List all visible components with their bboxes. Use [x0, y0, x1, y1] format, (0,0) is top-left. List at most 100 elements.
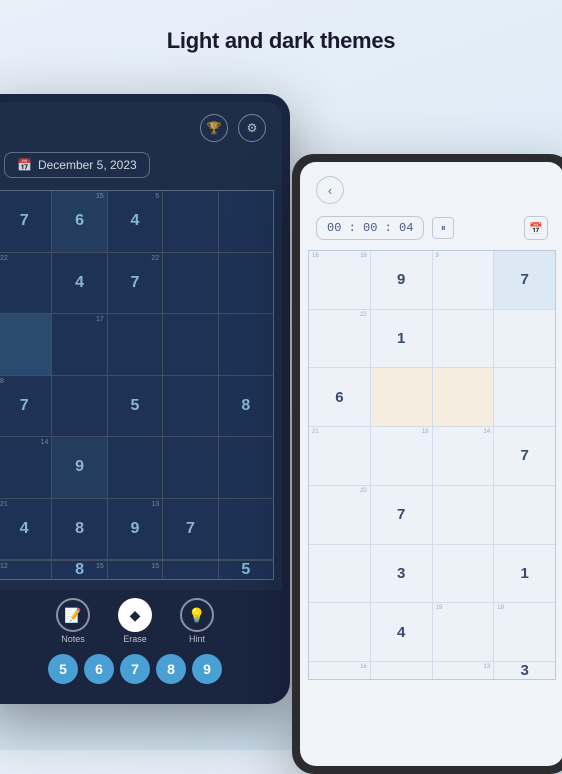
dark-cell-26[interactable]: 8 — [52, 499, 106, 560]
light-cell-13[interactable]: 18 — [371, 427, 432, 485]
dark-tablet: 🏆 ⚙ 📅 December 5, 2023 71565422422717875… — [0, 94, 290, 704]
dark-sudoku-grid[interactable]: 71565422422717875814921481397312158155 — [0, 190, 274, 580]
footer-icons: 📝 Notes ◆ Erase 💡 Hint — [0, 598, 282, 644]
light-cell-31[interactable]: 3 — [494, 662, 555, 679]
light-header: ‹ — [300, 162, 562, 212]
dark-cell-24[interactable] — [219, 437, 273, 498]
light-cell-4[interactable]: 22 — [309, 310, 370, 368]
calendar-icon: 📅 — [17, 158, 32, 172]
light-cell-18[interactable] — [433, 486, 494, 544]
light-cell-27[interactable]: 19 — [494, 603, 555, 661]
num-6[interactable]: 6 — [84, 654, 114, 684]
erase-label: Erase — [123, 634, 147, 644]
light-cell-23[interactable]: 1 — [494, 545, 555, 603]
dark-cell-9[interactable] — [219, 253, 273, 314]
dark-cell-29[interactable] — [219, 499, 273, 560]
light-cell-21[interactable]: 3 — [371, 545, 432, 603]
trophy-icon[interactable]: 🏆 — [200, 114, 228, 142]
page-title: Light and dark themes — [0, 0, 562, 74]
dark-cell-0[interactable]: 7 — [0, 191, 51, 252]
dark-cell-20[interactable]: 14 — [0, 437, 51, 498]
notes-label: Notes — [61, 634, 85, 644]
light-cell-0[interactable]: 1616 — [309, 251, 370, 309]
timer-display: 00 : 00 : 04 — [316, 216, 424, 240]
dark-cell-16[interactable] — [52, 376, 106, 437]
light-cell-24[interactable] — [309, 603, 370, 661]
dark-cell-2[interactable]: 54 — [108, 191, 162, 252]
dark-cell-27[interactable]: 139 — [108, 499, 162, 560]
dark-cell-37[interactable]: 15 — [108, 561, 162, 579]
notes-icon-btn[interactable]: 📝 — [56, 598, 90, 632]
dark-cell-23[interactable] — [163, 437, 217, 498]
light-tablet: ‹ 00 : 00 : 04 ⏸ 📅 161699722162118147207… — [292, 154, 562, 774]
dark-cell-19[interactable]: 8 — [219, 376, 273, 437]
light-cell-5[interactable]: 1 — [371, 310, 432, 368]
dark-cell-6[interactable]: 4 — [52, 253, 106, 314]
num-5[interactable]: 5 — [48, 654, 78, 684]
light-cell-22[interactable] — [433, 545, 494, 603]
light-cell-12[interactable]: 21 — [309, 427, 370, 485]
dark-cell-3[interactable] — [163, 191, 217, 252]
light-cell-2[interactable]: 9 — [433, 251, 494, 309]
dark-cell-35[interactable]: 12 — [0, 561, 51, 579]
light-cell-28[interactable]: 16 — [309, 662, 370, 679]
light-cell-29[interactable] — [371, 662, 432, 679]
light-cell-7[interactable] — [494, 310, 555, 368]
dark-cell-13[interactable] — [163, 314, 217, 375]
timer-row: 00 : 00 : 04 ⏸ 📅 — [300, 212, 562, 248]
light-cell-1[interactable]: 9 — [371, 251, 432, 309]
dark-cell-25[interactable]: 214 — [0, 499, 51, 560]
light-cell-17[interactable]: 7 — [371, 486, 432, 544]
light-cell-6[interactable] — [433, 310, 494, 368]
light-cell-9[interactable] — [371, 368, 432, 426]
light-sudoku-grid[interactable]: 161699722162118147207314191916133 — [308, 250, 556, 680]
dark-cell-12[interactable] — [108, 314, 162, 375]
dark-cell-38[interactable] — [163, 561, 217, 579]
hint-btn[interactable]: 💡 Hint — [180, 598, 214, 644]
light-cell-8[interactable]: 6 — [309, 368, 370, 426]
dark-cell-21[interactable]: 9 — [52, 437, 106, 498]
dark-header: 🏆 ⚙ — [0, 102, 282, 148]
dark-cell-17[interactable]: 5 — [108, 376, 162, 437]
dark-cell-28[interactable]: 7 — [163, 499, 217, 560]
light-cell-26[interactable]: 19 — [433, 603, 494, 661]
dark-cell-7[interactable]: 227 — [108, 253, 162, 314]
dark-cell-18[interactable] — [163, 376, 217, 437]
dark-cell-14[interactable] — [219, 314, 273, 375]
dark-cell-1[interactable]: 156 — [52, 191, 106, 252]
light-cell-16[interactable]: 20 — [309, 486, 370, 544]
light-cell-15[interactable]: 7 — [494, 427, 555, 485]
date-badge[interactable]: 📅 December 5, 2023 — [4, 152, 150, 178]
light-cell-3[interactable]: 7 — [494, 251, 555, 309]
back-button[interactable]: ‹ — [316, 176, 344, 204]
light-cell-11[interactable] — [494, 368, 555, 426]
light-cell-10[interactable] — [433, 368, 494, 426]
notes-btn[interactable]: 📝 Notes — [56, 598, 90, 644]
dark-cell-10[interactable] — [0, 314, 51, 375]
dark-cell-8[interactable] — [163, 253, 217, 314]
date-text: December 5, 2023 — [38, 158, 137, 172]
light-cell-20[interactable] — [309, 545, 370, 603]
dark-cell-39[interactable]: 5 — [219, 561, 273, 579]
dark-cell-22[interactable] — [108, 437, 162, 498]
erase-icon-btn[interactable]: ◆ — [118, 598, 152, 632]
num-7[interactable]: 7 — [120, 654, 150, 684]
light-cell-30[interactable]: 13 — [433, 662, 494, 679]
light-cell-14[interactable]: 14 — [433, 427, 494, 485]
light-cell-25[interactable]: 4 — [371, 603, 432, 661]
erase-btn[interactable]: ◆ Erase — [118, 598, 152, 644]
dark-footer: 📝 Notes ◆ Erase 💡 Hint 5 6 7 — [0, 590, 282, 696]
num-9[interactable]: 9 — [192, 654, 222, 684]
light-cell-19[interactable] — [494, 486, 555, 544]
hint-icon-btn[interactable]: 💡 — [180, 598, 214, 632]
settings-icon[interactable]: ⚙ — [238, 114, 266, 142]
pause-button[interactable]: ⏸ — [432, 217, 454, 239]
dark-cell-11[interactable]: 17 — [52, 314, 106, 375]
dark-cell-5[interactable]: 22 — [0, 253, 51, 314]
num-8[interactable]: 8 — [156, 654, 186, 684]
dark-cell-4[interactable] — [219, 191, 273, 252]
calendar-button[interactable]: 📅 — [524, 216, 548, 240]
hint-label: Hint — [189, 634, 205, 644]
dark-cell-15[interactable]: 87 — [0, 376, 51, 437]
dark-cell-36[interactable]: 158 — [52, 561, 106, 579]
